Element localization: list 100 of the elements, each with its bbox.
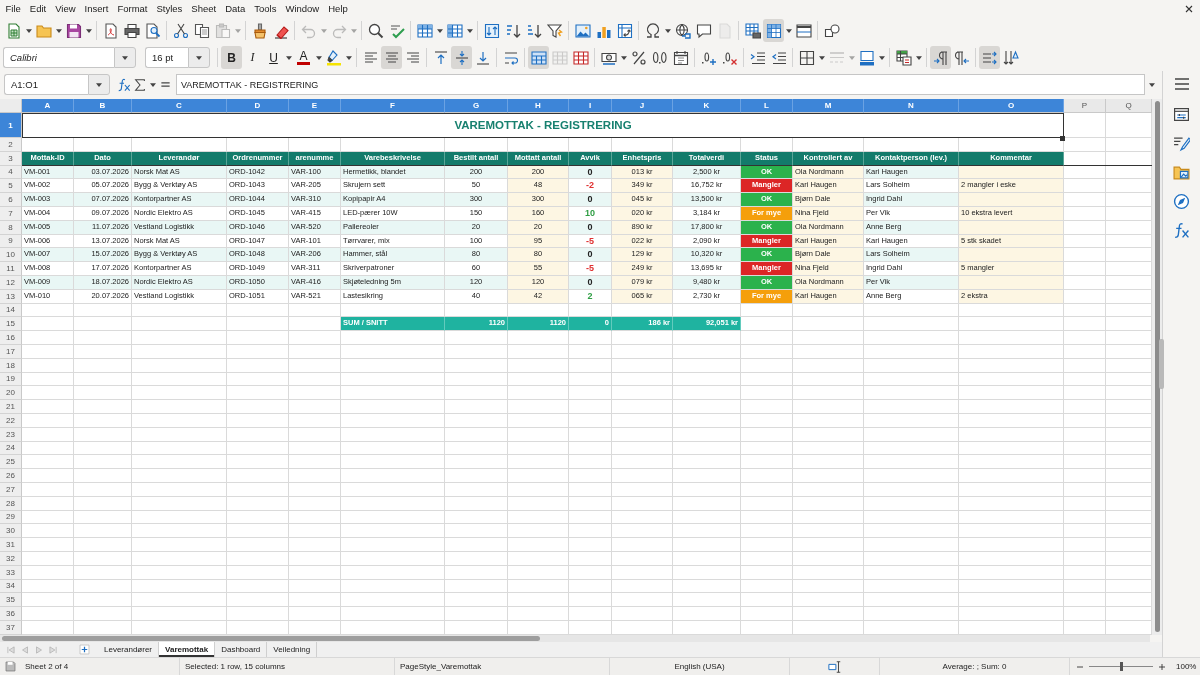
row-header[interactable]: 1 <box>0 113 22 138</box>
cell-grid[interactable] <box>0 99 1152 635</box>
row-header[interactable]: 10 <box>0 248 22 263</box>
deviation-value: 10 <box>585 208 595 218</box>
column-header[interactable]: L <box>741 99 793 113</box>
column-header[interactable]: C <box>132 99 227 113</box>
zoom-reading: 100% <box>1176 662 1197 671</box>
row-header[interactable]: 2 <box>0 138 22 152</box>
menu-item[interactable]: View <box>50 2 81 15</box>
slider-thumb[interactable] <box>1119 662 1123 671</box>
bold-button[interactable]: B <box>221 46 242 69</box>
deviation-value: 2 <box>587 290 593 301</box>
column-header[interactable]: E <box>289 99 341 113</box>
column-header[interactable]: O <box>959 99 1064 113</box>
menu-item[interactable]: Help <box>323 2 353 15</box>
selection-mode-icon[interactable] <box>827 659 842 674</box>
column-header[interactable]: F <box>341 99 445 113</box>
caret-icon[interactable] <box>96 82 102 87</box>
fill-handle[interactable] <box>1060 136 1065 141</box>
caret-icon[interactable] <box>436 28 443 33</box>
caret-icon[interactable] <box>915 55 922 60</box>
caret-icon[interactable] <box>285 55 292 60</box>
caret-icon[interactable] <box>1149 82 1155 87</box>
font-size-box[interactable]: 16 pt <box>145 47 188 68</box>
add-sheet-icon[interactable] <box>79 644 90 655</box>
column-header[interactable]: H <box>508 99 569 113</box>
column-header[interactable]: A <box>22 99 74 113</box>
scrollbar-track[interactable] <box>0 635 1150 642</box>
column-header[interactable]: I <box>569 99 612 113</box>
row-header[interactable]: 5 <box>0 179 22 194</box>
function-icon[interactable] <box>1173 222 1190 239</box>
gallery-icon[interactable] <box>1173 164 1190 181</box>
row-header[interactable]: 15 <box>0 317 22 332</box>
dropdown-button[interactable] <box>88 74 110 95</box>
formula-input[interactable]: VAREMOTTAK - REGISTRERING <box>176 74 1145 95</box>
row-header[interactable]: 11 <box>0 262 22 276</box>
caret-icon[interactable] <box>345 55 352 60</box>
sidebar-handle[interactable] <box>1159 339 1164 389</box>
deviation-value: 0 <box>587 166 593 177</box>
caret-icon[interactable] <box>85 28 92 33</box>
column-header[interactable]: K <box>673 99 741 113</box>
italic-button[interactable]: I <box>242 46 263 69</box>
caret-icon[interactable] <box>55 28 62 33</box>
caret-icon[interactable] <box>122 55 128 60</box>
caret-icon[interactable] <box>664 28 671 33</box>
caret-icon[interactable] <box>818 55 825 60</box>
column-header[interactable]: P <box>1064 99 1106 113</box>
row-header[interactable]: 6 <box>0 193 22 207</box>
row-header[interactable]: 20 <box>0 386 22 401</box>
column-header[interactable]: D <box>227 99 289 113</box>
row-header[interactable]: 36 <box>0 607 22 621</box>
menu-item[interactable]: Tools <box>249 2 281 15</box>
dropdown-button[interactable] <box>114 47 136 68</box>
caret-icon[interactable] <box>466 28 473 33</box>
caret-icon[interactable] <box>25 28 32 33</box>
menu-item[interactable]: Sheet <box>186 2 221 15</box>
column-header[interactable]: J <box>612 99 673 113</box>
row-header[interactable]: 31 <box>0 538 22 552</box>
page-style: PageStyle_Varemottak <box>400 662 482 671</box>
menu-item[interactable]: Insert <box>80 2 113 15</box>
menu-item[interactable]: Format <box>112 2 152 15</box>
column-header[interactable]: Q <box>1106 99 1152 113</box>
properties-icon[interactable] <box>1173 106 1190 123</box>
sheet-title: VAREMOTTAK - REGISTRERING <box>22 113 1064 138</box>
caret-icon[interactable] <box>878 55 885 60</box>
caret-icon[interactable] <box>149 82 156 87</box>
navigator-icon[interactable] <box>1173 193 1190 210</box>
row-header[interactable]: 35 <box>0 593 22 608</box>
row-header[interactable]: 21 <box>0 400 22 414</box>
caret-icon[interactable] <box>196 55 202 60</box>
font-color-button[interactable]: A <box>293 46 314 69</box>
scrollbar-thumb[interactable] <box>2 636 540 641</box>
column-header[interactable]: B <box>74 99 132 113</box>
styles-icon[interactable] <box>1173 135 1190 152</box>
deviation-value: 0 <box>587 277 593 287</box>
row-header[interactable]: 25 <box>0 455 22 470</box>
equals-icon[interactable] <box>159 79 171 90</box>
row-header[interactable]: 16 <box>0 331 22 345</box>
menu-item[interactable]: File <box>1 2 26 15</box>
deviation-value: -5 <box>586 235 594 246</box>
deviation-value: 0 <box>587 221 593 232</box>
menu-item[interactable]: Data <box>220 2 250 15</box>
menu-item[interactable]: Window <box>280 2 324 15</box>
row-header[interactable]: 26 <box>0 469 22 483</box>
caret-icon[interactable] <box>315 55 322 60</box>
close-icon[interactable] <box>1185 4 1193 13</box>
dropdown-button[interactable] <box>188 47 210 68</box>
menu-item[interactable]: Styles <box>151 2 187 15</box>
underline-button[interactable]: U <box>263 46 284 69</box>
row-header[interactable]: 30 <box>0 524 22 539</box>
name-box[interactable]: A1:O1 <box>4 74 88 95</box>
column-header[interactable]: N <box>864 99 959 113</box>
caret-icon[interactable] <box>785 28 792 33</box>
sheet-count: Sheet 2 of 4 <box>25 662 69 671</box>
column-header[interactable]: G <box>445 99 508 113</box>
column-header[interactable]: M <box>793 99 864 113</box>
font-name-box[interactable]: Calibri <box>3 47 114 68</box>
sheet-tab[interactable]: Varemottak <box>159 642 216 657</box>
caret-icon[interactable] <box>620 55 627 60</box>
menu-item[interactable]: Edit <box>25 2 51 15</box>
